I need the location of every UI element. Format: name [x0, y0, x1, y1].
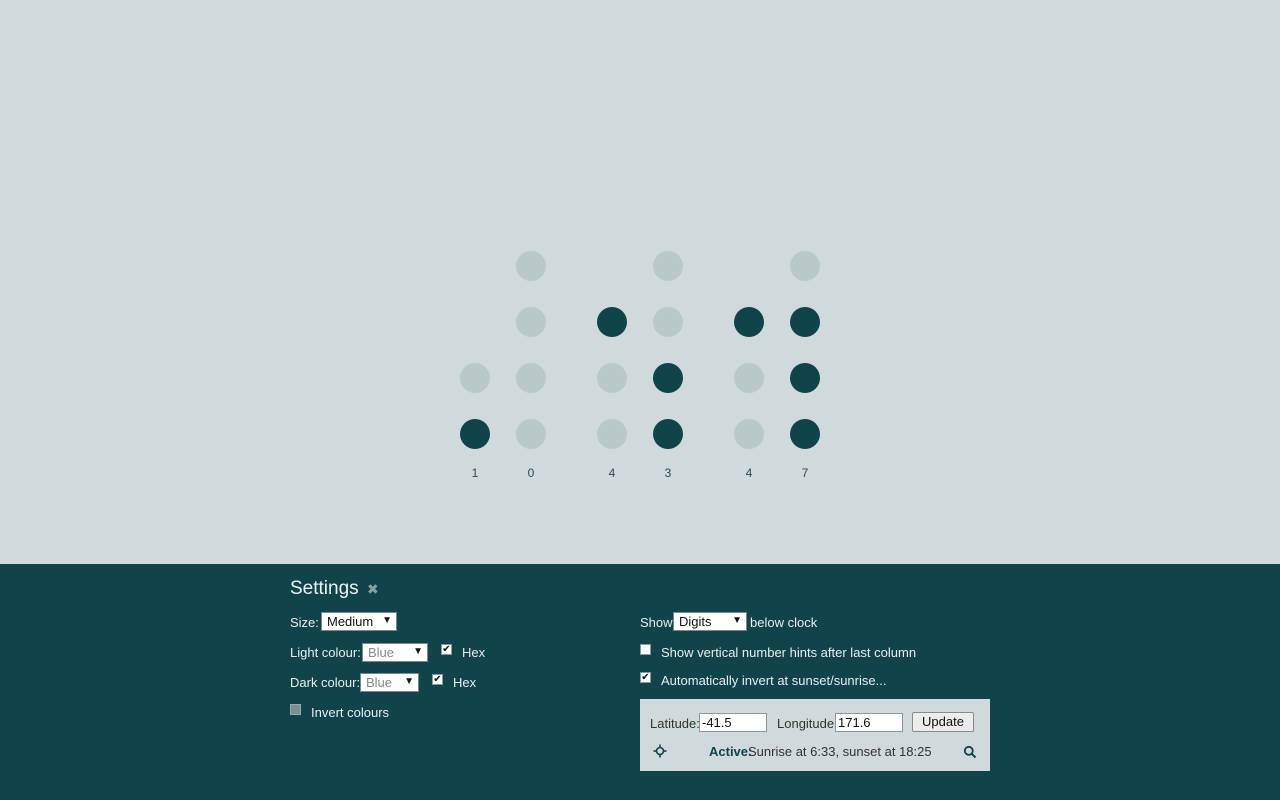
clock-dot: [460, 363, 490, 393]
show-select-value: Digits: [679, 614, 712, 629]
size-label: Size:: [290, 615, 319, 630]
clock-dot: [653, 363, 683, 393]
vertical-hints-checkbox[interactable]: [640, 644, 651, 655]
light-hex-label: Hex: [462, 645, 486, 660]
clock-dot: [597, 363, 627, 393]
dark-hex-label: Hex: [453, 675, 477, 690]
clock-dot: [734, 419, 764, 449]
size-select-value: Medium: [327, 614, 374, 629]
clock-digit: 7: [801, 466, 809, 480]
clock-digit: 1: [471, 466, 479, 480]
clock-dot: [653, 251, 683, 281]
show-label: Show: [640, 615, 673, 630]
status-text: Sunrise at 6:33, sunset at 18:25: [748, 744, 932, 759]
longitude-input[interactable]: 171.6: [835, 713, 903, 732]
clock-dot: [790, 419, 820, 449]
light-hex-checkbox[interactable]: ✔: [441, 644, 452, 655]
crosshair-icon[interactable]: [653, 744, 667, 761]
light-colour-label: Light colour:: [290, 645, 361, 660]
clock-dot: [790, 363, 820, 393]
invert-label: Invert colours: [311, 705, 390, 720]
clock-dot: [734, 363, 764, 393]
clock-digit: 4: [608, 466, 616, 480]
close-icon[interactable]: ✖: [367, 581, 379, 598]
below-clock-label: below clock: [750, 615, 818, 630]
settings-title: Settings: [290, 578, 359, 599]
chevron-down-icon: ▼: [413, 646, 423, 657]
show-select[interactable]: Digits ▼: [673, 612, 747, 631]
clock-dot: [790, 307, 820, 337]
dark-hex-checkbox[interactable]: ✔: [432, 674, 443, 685]
clock-dot: [460, 419, 490, 449]
binary-clock: 1 0 4 3 4 7: [0, 0, 1280, 564]
dark-colour-select[interactable]: Blue ▼: [360, 673, 419, 692]
dark-colour-value: Blue: [366, 675, 393, 690]
clock-dot: [653, 419, 683, 449]
update-button[interactable]: Update: [912, 712, 974, 732]
location-box: Latitude: -41.5 Longitude: 171.6 Update …: [640, 699, 990, 771]
clock-dot: [516, 251, 546, 281]
longitude-label: Longitude:: [777, 716, 838, 731]
invert-checkbox[interactable]: [290, 704, 301, 715]
status-active-label: Active:: [709, 744, 753, 759]
chevron-down-icon: ▼: [404, 676, 414, 687]
clock-dot: [653, 307, 683, 337]
light-colour-value: Blue: [368, 645, 395, 660]
auto-invert-checkbox[interactable]: ✔: [640, 672, 651, 683]
latitude-label: Latitude:: [650, 716, 700, 731]
clock-dot: [516, 419, 546, 449]
dark-colour-label: Dark colour:: [290, 675, 361, 690]
clock-dot: [516, 307, 546, 337]
clock-dot: [597, 307, 627, 337]
clock-dot: [790, 251, 820, 281]
clock-dot: [597, 419, 627, 449]
clock-digit: 4: [745, 466, 753, 480]
settings-panel: Settings ✖ Size: Medium ▼ Light colour: …: [0, 564, 1280, 800]
latitude-input[interactable]: -41.5: [699, 713, 767, 732]
light-colour-select[interactable]: Blue ▼: [362, 643, 428, 662]
size-select[interactable]: Medium ▼: [321, 612, 397, 631]
clock-digit: 0: [527, 466, 535, 480]
auto-invert-label: Automatically invert at sunset/sunrise..…: [661, 673, 887, 688]
vertical-hints-label: Show vertical number hints after last co…: [661, 645, 917, 660]
chevron-down-icon: ▼: [732, 615, 742, 626]
clock-digit: 3: [664, 466, 672, 480]
search-icon[interactable]: [963, 745, 977, 762]
clock-dot: [734, 307, 764, 337]
clock-dot: [516, 363, 546, 393]
chevron-down-icon: ▼: [382, 615, 392, 626]
